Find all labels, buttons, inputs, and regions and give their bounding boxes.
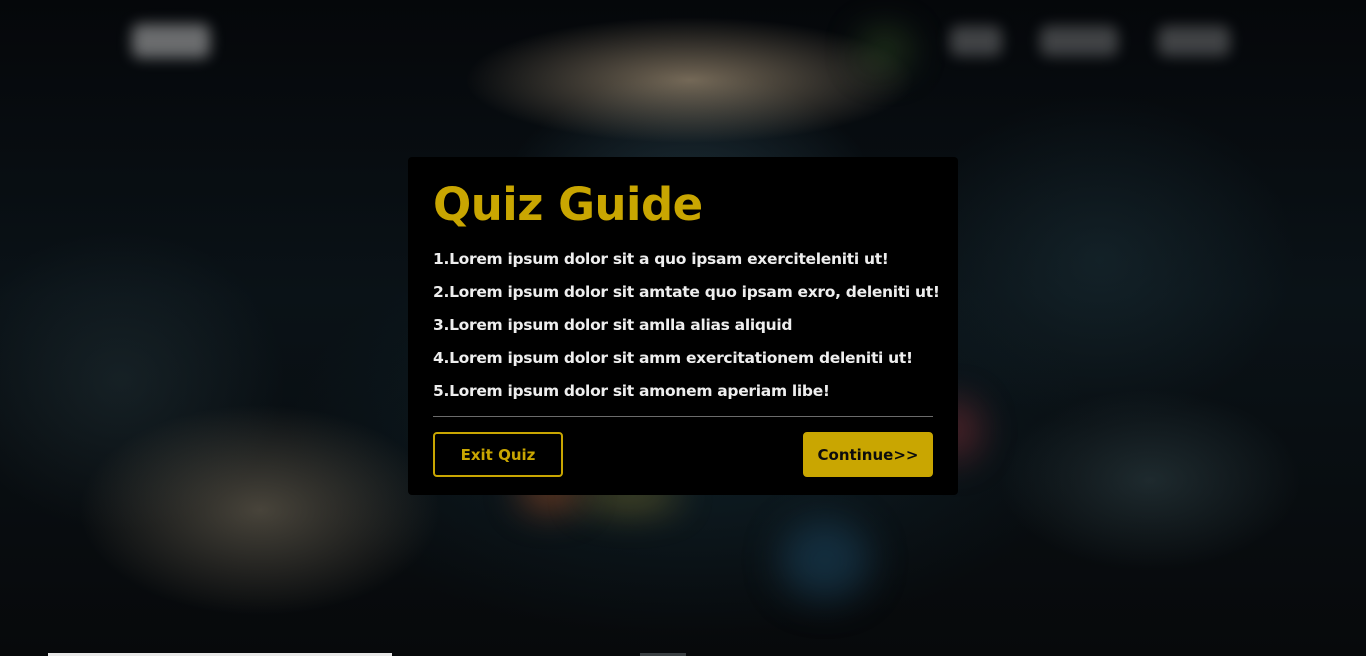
rule-item: 2.Lorem ipsum dolor sit amtate quo ipsam… xyxy=(433,283,940,301)
modal-actions: Exit Quiz Continue>> xyxy=(433,432,933,477)
rules-list: 1.Lorem ipsum dolor sit a quo ipsam exer… xyxy=(433,243,940,408)
quiz-guide-modal: Quiz Guide 1.Lorem ipsum dolor sit a quo… xyxy=(408,157,958,495)
blurred-logo xyxy=(132,24,210,58)
rule-item: 5.Lorem ipsum dolor sit amonem aperiam l… xyxy=(433,382,830,400)
continue-button[interactable]: Continue>> xyxy=(803,432,933,477)
background-glow xyxy=(860,30,910,70)
rule-item: 3.Lorem ipsum dolor sit amlla alias aliq… xyxy=(433,316,793,334)
blurred-nav-item xyxy=(1040,26,1118,56)
rule-item: 1.Lorem ipsum dolor sit a quo ipsam exer… xyxy=(433,250,889,268)
exit-quiz-button[interactable]: Exit Quiz xyxy=(433,432,563,477)
modal-title: Quiz Guide xyxy=(433,178,703,231)
divider xyxy=(433,416,933,417)
blurred-nav-item xyxy=(1158,26,1230,56)
background-glow xyxy=(780,520,870,600)
rule-item: 4.Lorem ipsum dolor sit amm exercitation… xyxy=(433,349,913,367)
blurred-nav-item xyxy=(950,26,1002,56)
